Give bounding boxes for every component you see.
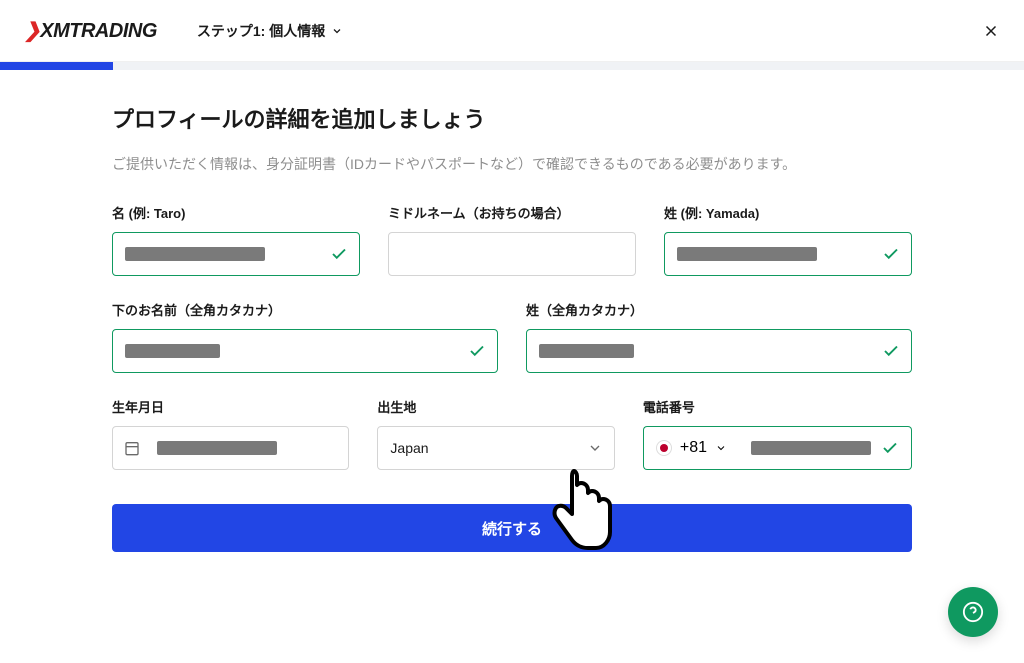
first-name-label: 名 (例: Taro) [112,203,360,222]
continue-button[interactable]: 続行する [112,504,912,552]
step-indicator[interactable]: ステップ1: 個人情報 [197,21,343,41]
kana-first-input[interactable] [112,329,498,373]
last-name-field: 姓 (例: Yamada) [664,203,912,276]
logo: ❯XMTRADING [24,18,157,43]
middle-name-input[interactable] [388,232,636,276]
birthplace-value: Japan [390,440,428,456]
calendar-icon [124,440,140,456]
last-name-label: 姓 (例: Yamada) [664,203,912,222]
middle-name-label: ミドルネーム（お持ちの場合） [388,203,636,222]
phone-label: 電話番号 [643,397,912,416]
phone-dial-code: +81 [680,439,707,457]
page-description: ご提供いただく情報は、身分証明書（IDカードやパスポートなど）で確認できるもので… [112,154,912,175]
kana-last-label: 姓（全角カタカナ） [526,300,912,319]
progress-bar [0,62,1024,70]
redacted-value [539,344,634,358]
header: ❯XMTRADING ステップ1: 個人情報 [0,0,1024,62]
check-icon [881,439,899,457]
step-label: ステップ1: 個人情報 [197,21,325,41]
phone-number-input[interactable] [739,426,912,470]
kana-last-input[interactable] [526,329,912,373]
chevron-down-icon [715,442,727,454]
flag-japan-icon [656,440,672,456]
chevron-down-icon [331,25,343,37]
birthplace-select[interactable]: Japan [377,426,614,470]
progress-fill [0,62,113,70]
redacted-value [751,441,871,455]
content-area: プロフィールの詳細を追加しましょう ご提供いただく情報は、身分証明書（IDカード… [0,70,1024,552]
logo-chevron: ❯ [24,20,40,42]
dob-field: 生年月日 [112,397,349,470]
close-button[interactable] [982,22,1000,40]
kana-row: 下のお名前（全角カタカナ） 姓（全角カタカナ） [112,300,912,373]
kana-first-field: 下のお名前（全角カタカナ） [112,300,498,373]
redacted-value [677,247,817,261]
check-icon [468,342,486,360]
kana-last-field: 姓（全角カタカナ） [526,300,912,373]
first-name-field: 名 (例: Taro) [112,203,360,276]
phone-field-wrap: 電話番号 +81 [643,397,912,470]
birthplace-field: 出生地 Japan [377,397,614,470]
middle-name-field: ミドルネーム（お持ちの場合） [388,203,636,276]
kana-first-label: 下のお名前（全角カタカナ） [112,300,498,319]
redacted-value [125,344,220,358]
help-icon [962,601,984,623]
close-icon [982,22,1000,40]
first-name-input[interactable] [112,232,360,276]
details-row: 生年月日 出生地 Japan 電話番号 [112,397,912,470]
name-row: 名 (例: Taro) ミドルネーム（お持ちの場合） 姓 (例: Yamada) [112,203,912,276]
birthplace-label: 出生地 [377,397,614,416]
last-name-input[interactable] [664,232,912,276]
phone-country-select[interactable]: +81 [643,426,739,470]
check-icon [882,342,900,360]
help-fab[interactable] [948,587,998,637]
chevron-down-icon [587,440,603,456]
redacted-value [157,441,277,455]
check-icon [330,245,348,263]
logo-text: XMTRADING [40,20,157,42]
dob-input[interactable] [112,426,349,470]
page-title: プロフィールの詳細を追加しましょう [112,102,912,134]
redacted-value [125,247,265,261]
dob-label: 生年月日 [112,397,349,416]
check-icon [882,245,900,263]
